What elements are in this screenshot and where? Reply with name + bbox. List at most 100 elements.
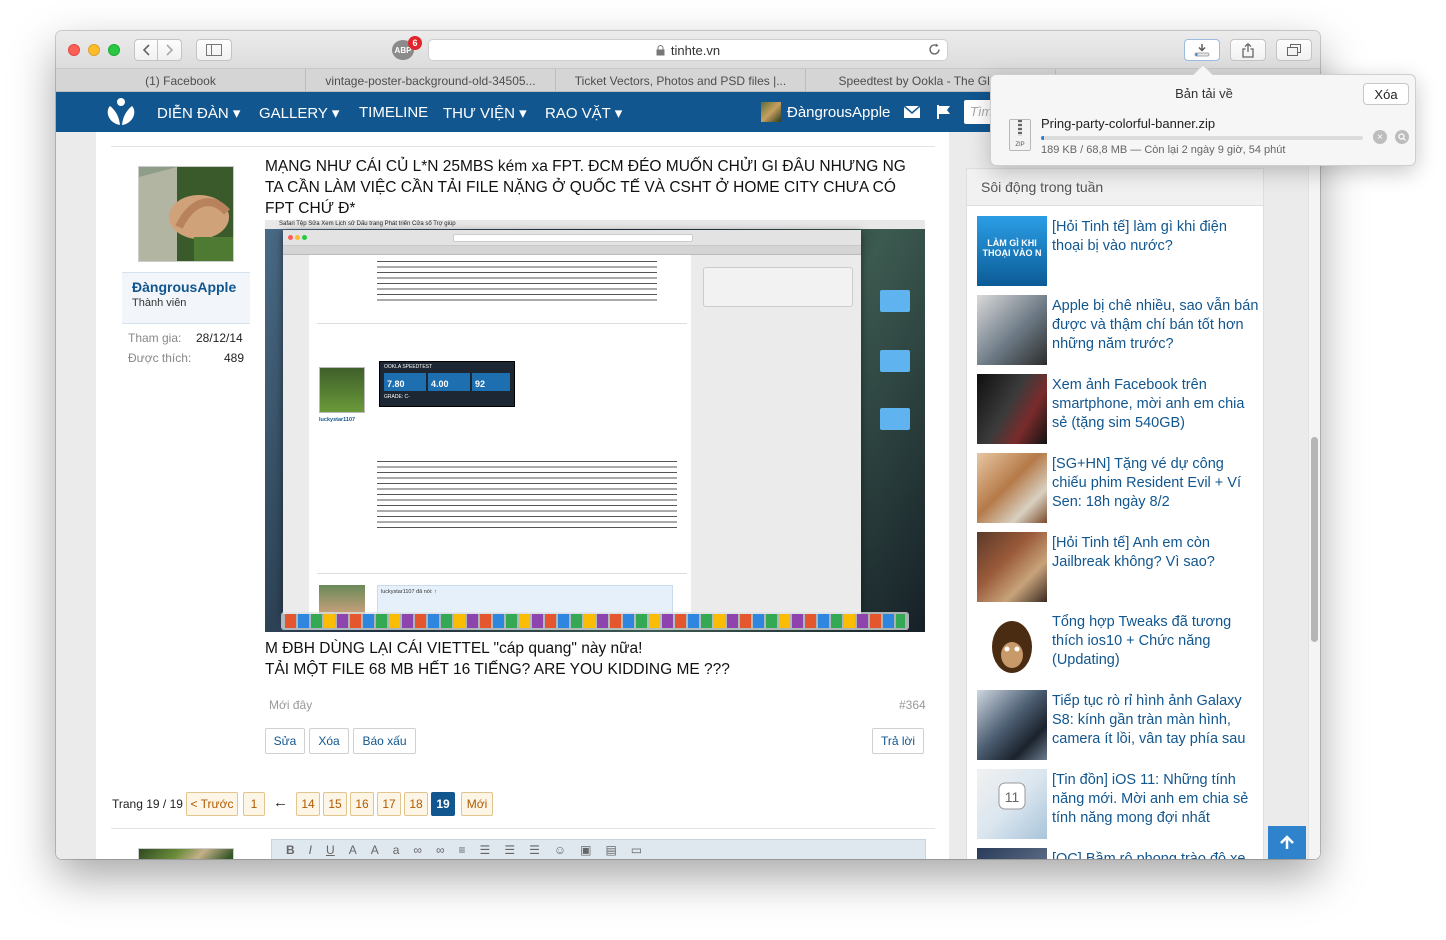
sidebar-item[interactable]: [SG+HN] Tặng vé dự công chiếu phim Resid…: [977, 453, 1259, 525]
unlink-icon[interactable]: ∞: [436, 843, 445, 857]
sidebar-heading: Sôi động trong tuần: [966, 168, 1264, 206]
flag-icon[interactable]: [936, 104, 952, 120]
nav-username[interactable]: ĐàngrousApple: [787, 104, 890, 121]
nav-forum[interactable]: DIỄN ĐÀN ▾: [157, 104, 240, 122]
back-to-top-button[interactable]: [1268, 826, 1306, 859]
chevron-right-icon: [165, 44, 173, 56]
font-family-icon[interactable]: a: [393, 843, 400, 857]
post-image[interactable]: Safari Tệp Sửa Xem Lịch sử Dấu trang Phá…: [265, 220, 925, 632]
downloads-popover: Bản tải về Xóa ZIP Pring-party-colorful-…: [990, 64, 1416, 166]
delete-button[interactable]: Xóa: [309, 728, 349, 754]
sidebar-item[interactable]: 11 [Tin đồn] iOS 11: Những tính năng mới…: [977, 769, 1259, 841]
italic-icon[interactable]: I: [309, 843, 312, 857]
mini-dock: [281, 612, 909, 630]
author-avatar[interactable]: [138, 166, 234, 262]
font-color-icon[interactable]: A: [349, 843, 357, 857]
reload-icon[interactable]: [928, 43, 941, 61]
sidebar-item[interactable]: LÀM GÌ KHI THOẠI VÀO N [Hỏi Tinh tế] làm…: [977, 216, 1259, 288]
page-14-button[interactable]: 14: [296, 792, 320, 816]
font-size-icon[interactable]: A: [371, 843, 379, 857]
align-icon[interactable]: ≡: [459, 843, 466, 857]
mini-quote-text: luckystar1107 đã nói: ↑: [381, 589, 437, 595]
sidebar-item[interactable]: Tổng hợp Tweaks đã tương thích ios10 + C…: [977, 611, 1259, 683]
mini-avatar: [319, 367, 365, 413]
tab-label: vintage-poster-background-old-34505...: [325, 73, 536, 88]
page-18-button[interactable]: 18: [404, 792, 428, 816]
scrollbar-thumb[interactable]: [1311, 437, 1318, 642]
nav-gallery[interactable]: GALLERY ▾: [259, 104, 339, 122]
page-19-button[interactable]: 19: [431, 792, 455, 816]
address-bar[interactable]: tinhte.vn: [428, 39, 948, 61]
nav-timeline[interactable]: TIMELINE: [359, 104, 428, 121]
close-window-button[interactable]: [68, 44, 80, 56]
nav-library[interactable]: THƯ VIỆN ▾: [443, 104, 527, 122]
tab-label: (1) Facebook: [145, 73, 216, 88]
ordered-list-icon[interactable]: ☰: [504, 843, 515, 857]
mini-divider: [317, 323, 687, 324]
nav-label: DIỄN ĐÀN: [157, 105, 229, 122]
downloads-button[interactable]: [1184, 39, 1220, 61]
link-icon[interactable]: ∞: [413, 843, 422, 857]
pagination-ellipsis[interactable]: ←: [273, 794, 288, 811]
underline-icon[interactable]: U: [326, 843, 335, 857]
zoom-window-button[interactable]: [108, 44, 120, 56]
tinhte-logo-icon[interactable]: [104, 97, 138, 127]
forward-button[interactable]: [158, 39, 182, 61]
tab-vintage-poster[interactable]: vintage-poster-background-old-34505...: [306, 69, 556, 92]
mail-icon[interactable]: [904, 106, 920, 118]
post-time[interactable]: Mới đây: [269, 698, 312, 712]
sidebar-thumb: [977, 295, 1047, 365]
page-17-button[interactable]: 17: [377, 792, 401, 816]
save-icon[interactable]: ▭: [631, 843, 642, 857]
edit-button[interactable]: Sửa: [265, 728, 305, 754]
stop-download-icon[interactable]: ×: [1373, 130, 1387, 144]
page-1-button[interactable]: 1: [243, 792, 265, 816]
page-15-button[interactable]: 15: [323, 792, 347, 816]
image-icon[interactable]: ▣: [580, 843, 591, 857]
svg-text:11: 11: [1005, 789, 1020, 805]
reply-avatar: [138, 848, 234, 859]
sidebar-item-title: [Tin đồn] iOS 11: Những tính năng mới. M…: [1052, 772, 1249, 826]
sidebar-item-title: Apple bị chê nhiều, sao vẫn bán được và …: [1052, 298, 1259, 352]
report-button[interactable]: Báo xấu: [353, 728, 416, 754]
reply-button[interactable]: Trả lời: [872, 728, 924, 754]
bold-icon[interactable]: B: [286, 843, 295, 857]
download-file-name[interactable]: Pring-party-colorful-banner.zip: [1041, 116, 1215, 131]
chevron-left-icon: [142, 44, 150, 56]
sidebar-item[interactable]: [OC] Bầm rộ phong trào độ xe: [977, 848, 1259, 859]
author-info: ĐàngrousApple Thành viên: [122, 272, 250, 324]
sidebar-item[interactable]: [Hỏi Tinh tế] Anh em còn Jailbreak không…: [977, 532, 1259, 604]
post-divider: [111, 146, 935, 147]
page-scrollbar[interactable]: [1308, 132, 1320, 859]
list-icon[interactable]: ☰: [480, 843, 491, 857]
tab-facebook[interactable]: (1) Facebook: [56, 69, 306, 92]
back-button[interactable]: [134, 39, 158, 61]
page-16-button[interactable]: 16: [350, 792, 374, 816]
nav-avatar[interactable]: [761, 102, 781, 122]
nav-classifieds[interactable]: RAO VẶT ▾: [545, 104, 622, 122]
sidebar-thumb: [977, 532, 1047, 602]
sidebar-toggle-button[interactable]: [196, 39, 232, 61]
sidebar-item[interactable]: Apple bị chê nhiều, sao vẫn bán được và …: [977, 295, 1259, 367]
mini-username: luckystar1107: [319, 417, 356, 423]
smiley-icon[interactable]: ☺: [554, 843, 566, 857]
share-button[interactable]: [1230, 39, 1266, 61]
reveal-in-finder-icon[interactable]: [1395, 130, 1409, 144]
post-number[interactable]: #364: [899, 698, 926, 712]
author-name[interactable]: ĐàngrousApple: [132, 279, 240, 295]
minimize-window-button[interactable]: [88, 44, 100, 56]
indent-icon[interactable]: ☰: [529, 843, 540, 857]
prev-page-button[interactable]: < Trước: [186, 792, 238, 816]
clear-downloads-button[interactable]: Xóa: [1363, 83, 1409, 105]
new-posts-button[interactable]: Mới: [461, 792, 493, 816]
sidebar-item[interactable]: Tiếp tục rò rỉ hình ảnh Galaxy S8: kính …: [977, 690, 1259, 762]
tab-ticket-vectors[interactable]: Ticket Vectors, Photos and PSD files |..…: [556, 69, 806, 92]
mini-speedtest-brand: OOKLA SPEEDTEST: [384, 364, 433, 370]
folder-icon: [880, 408, 910, 430]
browser-toolbar: ABP 6 tinhte.vn: [56, 31, 1320, 69]
sidebar-item[interactable]: Xem ảnh Facebook trên smartphone, mời an…: [977, 374, 1259, 446]
mini-page: luckystar1107 OOKLA SPEEDTEST 7.80 4.00 …: [283, 255, 861, 614]
likes-value: 489: [224, 351, 245, 365]
tab-overview-button[interactable]: [1276, 39, 1312, 61]
media-icon[interactable]: ▤: [605, 843, 616, 857]
